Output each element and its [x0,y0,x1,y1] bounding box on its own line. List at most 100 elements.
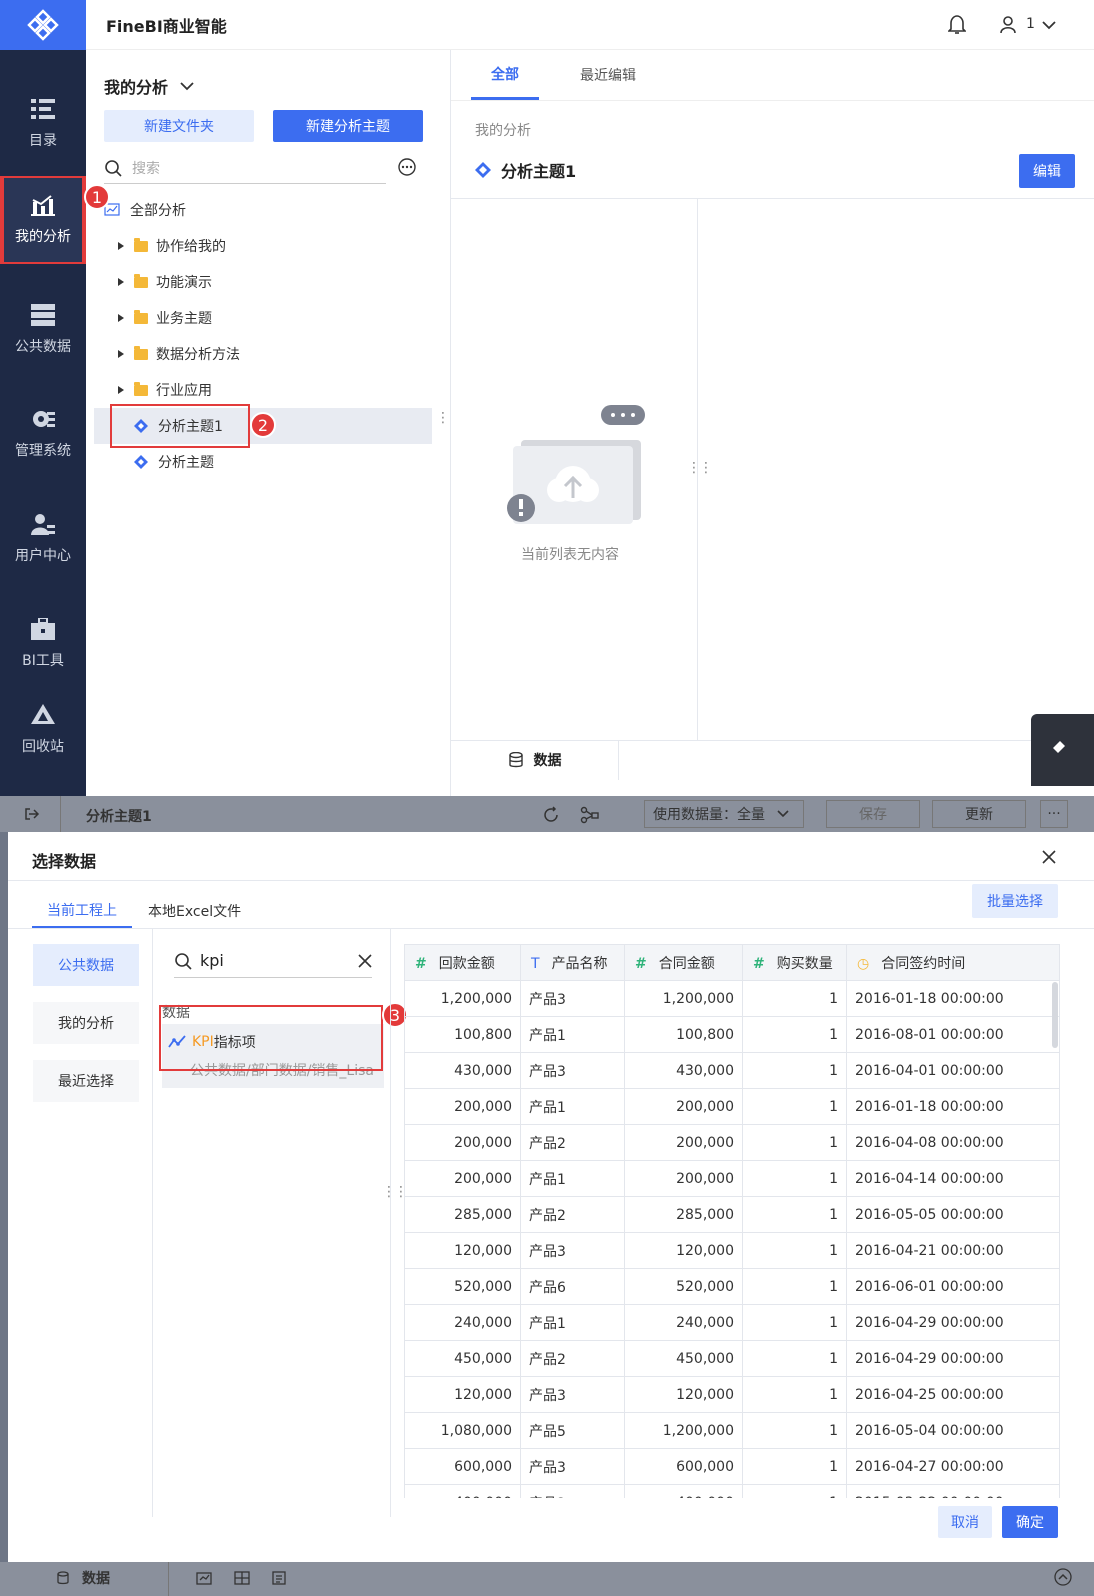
tree-root[interactable]: 全部分析 [86,192,436,228]
expand-arrow-icon[interactable] [118,386,124,394]
data-preview-table-wrap[interactable]: # 回款金额 T 产品名称 # 合同金额 # 购买数量 ◷ 合同签约时间 1,200,00… [404,944,1060,1498]
table-cell: 1,200,000 [404,980,521,1017]
tree-item-label: 功能演示 [156,275,212,291]
batch-select-button[interactable]: 批量选择 [972,884,1058,918]
tree-item-demo[interactable]: 功能演示 [86,264,436,300]
tree-item-methods[interactable]: 数据分析方法 [86,336,436,372]
table-cell: 600,000 [404,1448,521,1485]
nav-item-user-center[interactable]: 用户中心 [0,495,86,583]
exit-icon[interactable] [24,806,40,822]
table-cell: 1 [742,1412,847,1449]
table-cell: 产品2 [520,1484,625,1498]
tree-item-label: 数据分析方法 [156,347,240,363]
table-row: 200,000 产品1 200,000 1 2016-01-18 00:00:00 [404,1088,1060,1125]
table-row: 120,000 产品3 120,000 1 2016-04-25 00:00:00 [404,1376,1060,1413]
tree-item-subject[interactable]: 分析主题 [86,444,436,480]
expand-arrow-icon[interactable] [118,278,124,286]
add-story-icon[interactable] [272,1570,290,1586]
table-cell: 520,000 [404,1268,521,1305]
user-name[interactable]: 1 [1026,16,1035,32]
column-label: 合同金额 [658,955,715,972]
nav-item-recycle-bin[interactable]: 回收站 [0,686,86,774]
panel-resize-handle[interactable]: ⋮⋮ [382,1184,408,1200]
nav-item-management[interactable]: 管理系统 [0,390,86,478]
table-cell: 2016-04-08 00:00:00 [846,1124,1060,1161]
table-cell: 产品5 [520,1412,625,1449]
tab-all[interactable]: 全部 [471,50,539,100]
table-scrollbar[interactable] [1052,982,1058,1048]
user-icon [31,514,55,535]
table-row: 240,000 产品1 240,000 1 2016-04-29 00:00:00 [404,1304,1060,1341]
table-cell: 2016-05-05 00:00:00 [846,1196,1060,1233]
tree-item-industry[interactable]: 行业应用 [86,372,436,408]
tree-root-label: 全部分析 [130,203,186,219]
search-placeholder: 搜索 [132,160,160,177]
ok-button[interactable]: 确定 [1002,1506,1058,1538]
save-button[interactable]: 保存 [826,800,920,828]
more-options-icon[interactable] [398,158,416,176]
add-dashboard-icon[interactable] [234,1570,252,1586]
cancel-button[interactable]: 取消 [938,1506,992,1538]
tree-item-shared[interactable]: 协作给我的 [86,228,436,264]
column-header[interactable]: # 合同金额 [624,944,743,981]
table-cell: 200,000 [404,1124,521,1161]
table-cell: 200,000 [624,1160,743,1197]
data-tab[interactable]: 数据 [451,740,619,780]
detail-divider [451,198,1094,199]
nav-item-catalog[interactable]: 目录 [0,80,86,168]
column-label: 购买数量 [776,955,833,972]
top-header: FineBI商业智能 1 [86,0,1094,50]
panel-resize-handle[interactable]: ⋮⋮ [687,460,713,476]
table-row: 285,000 产品2 285,000 1 2016-05-05 00:00:00 [404,1196,1060,1233]
edit-button[interactable]: 编辑 [1019,154,1075,188]
column-label: 合同签约时间 [881,955,966,972]
search-input[interactable]: kpi [174,944,372,978]
tab-current-project[interactable]: 当前工程上 [32,894,132,928]
side-my-analysis[interactable]: 我的分析 [33,1002,139,1044]
clear-icon[interactable] [358,953,372,968]
relation-icon[interactable] [580,806,600,824]
search-input[interactable]: 搜索 [104,152,386,184]
update-button[interactable]: 更新 [932,800,1026,828]
nav-item-bi-tools[interactable]: BI工具 [0,600,86,688]
column-header[interactable]: ◷ 合同签约时间 [846,944,1060,981]
breadcrumb[interactable]: 我的分析 [475,120,531,140]
table-row: 200,000 产品2 200,000 1 2016-04-08 00:00:00 [404,1124,1060,1161]
table-row: 400,000产品2400,00012015-03-22 00:00:00 [404,1484,1060,1498]
close-icon[interactable] [1042,850,1056,864]
tree-header[interactable]: 我的分析 [104,74,194,98]
bottom-data-tab[interactable]: 数据 [56,1568,110,1588]
expand-arrow-icon[interactable] [118,314,124,322]
select-data-dialog: 选择数据 当前工程上 本地Excel文件 批量选择 公共数据 我的分析 最近选择… [8,832,1094,1562]
add-component-icon[interactable] [196,1570,214,1586]
table-cell: 120,000 [624,1376,743,1413]
table-cell: 430,000 [404,1052,521,1089]
refresh-icon[interactable] [542,806,560,824]
tree-header-label: 我的分析 [104,78,169,97]
expand-arrow-icon[interactable] [118,242,124,250]
chevron-down-icon[interactable] [1042,20,1056,30]
new-subject-button[interactable]: 新建分析主题 [273,110,423,142]
tree-item-business[interactable]: 业务主题 [86,300,436,336]
user-avatar-icon[interactable] [1000,16,1016,34]
nav-item-public-data[interactable]: 公共数据 [0,286,86,374]
floating-tool-panel[interactable] [1031,714,1094,786]
app-logo[interactable] [0,0,86,50]
collapse-up-icon[interactable] [1054,1568,1072,1586]
table-cell: 2016-08-01 00:00:00 [846,1016,1060,1053]
side-recent[interactable]: 最近选择 [33,1060,139,1102]
more-button[interactable]: ··· [1040,800,1068,828]
table-cell: 产品6 [520,1268,625,1305]
column-header[interactable]: # 购买数量 [742,944,847,981]
expand-arrow-icon[interactable] [118,350,124,358]
table-cell: 产品1 [520,1088,625,1125]
tree-item-label: 业务主题 [156,311,212,327]
side-public-data[interactable]: 公共数据 [33,944,139,986]
new-folder-button[interactable]: 新建文件夹 [104,110,254,142]
column-header[interactable]: # 回款金额 [404,944,521,981]
bell-icon[interactable] [948,15,966,35]
tab-local-excel[interactable]: 本地Excel文件 [148,894,241,928]
data-amount-select[interactable]: 使用数据量：全量 [644,800,804,828]
tab-recent-edit[interactable]: 最近编辑 [563,50,653,100]
column-header[interactable]: T 产品名称 [520,944,625,981]
